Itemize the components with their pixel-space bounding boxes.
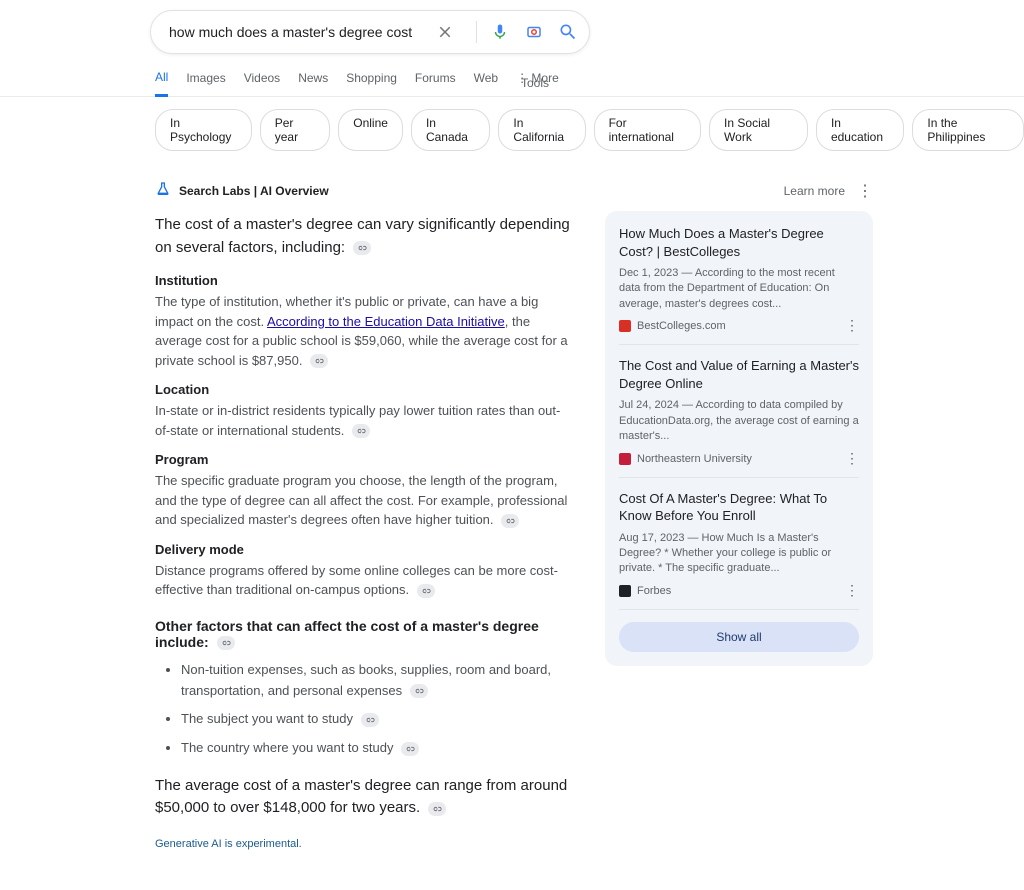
other-factors-heading: Other factors that can affect the cost o… [155, 618, 539, 650]
card-more-icon[interactable]: ⋮ [845, 582, 859, 599]
section-location: Location In-state or in-district residen… [155, 382, 575, 440]
search-icon[interactable] [557, 21, 579, 43]
chip[interactable]: In Psychology [155, 109, 252, 151]
citation-link[interactable]: According to the Education Data Initiati… [267, 314, 505, 329]
citation-link-icon[interactable] [353, 241, 371, 255]
ai-disclaimer: Generative AI is experimental. [155, 838, 575, 850]
favicon-icon [619, 320, 631, 332]
chip[interactable]: In the Philippines [912, 109, 1024, 151]
citation-link-icon[interactable] [352, 424, 370, 438]
ai-overview: Search Labs | AI Overview The cost of a … [155, 181, 575, 850]
citation-link-icon[interactable] [401, 742, 419, 756]
other-factors-list: Non-tuition expenses, such as books, sup… [155, 660, 575, 759]
citation-link-icon[interactable] [501, 514, 519, 528]
card-source: Northeastern University [619, 453, 859, 465]
source-card[interactable]: The Cost and Value of Earning a Master's… [619, 357, 859, 477]
chip[interactable]: In Canada [411, 109, 490, 151]
card-snippet: Dec 1, 2023 — According to the most rece… [619, 266, 859, 312]
card-title[interactable]: The Cost and Value of Earning a Master's… [619, 357, 859, 392]
tabs: All Images Videos News Shopping Forums W… [0, 54, 1024, 97]
card-title[interactable]: How Much Does a Master's Degree Cost? | … [619, 225, 859, 260]
image-search-icon[interactable] [523, 21, 545, 43]
citation-link-icon[interactable] [217, 636, 235, 650]
chip[interactable]: In education [816, 109, 904, 151]
citation-link-icon[interactable] [361, 713, 379, 727]
labs-label: Search Labs | AI Overview [179, 184, 329, 198]
favicon-icon [619, 453, 631, 465]
section-body: Distance programs offered by some online… [155, 561, 575, 600]
learn-more-link[interactable]: Learn more [784, 184, 845, 198]
source-card[interactable]: Cost Of A Master's Degree: What To Know … [619, 490, 859, 610]
overview-summary: The average cost of a master's degree ca… [155, 777, 567, 817]
tab-shopping[interactable]: Shopping [346, 71, 397, 95]
citation-link-icon[interactable] [417, 584, 435, 598]
card-more-icon[interactable]: ⋮ [845, 317, 859, 334]
chip[interactable]: Per year [260, 109, 331, 151]
show-all-button[interactable]: Show all [619, 622, 859, 652]
tab-all[interactable]: All [155, 70, 168, 97]
chip[interactable]: In Social Work [709, 109, 808, 151]
section-heading: Program [155, 452, 575, 467]
list-item: The subject you want to study [181, 709, 575, 730]
section-institution: Institution The type of institution, whe… [155, 273, 575, 370]
section-body: The type of institution, whether it's pu… [155, 292, 575, 370]
favicon-icon [619, 585, 631, 597]
card-more-icon[interactable]: ⋮ [845, 450, 859, 467]
tools-link[interactable]: Tools [521, 76, 549, 90]
card-title[interactable]: Cost Of A Master's Degree: What To Know … [619, 490, 859, 525]
citation-link-icon[interactable] [410, 684, 428, 698]
section-program: Program The specific graduate program yo… [155, 452, 575, 530]
tab-news[interactable]: News [298, 71, 328, 95]
more-options-icon[interactable]: ⋮ [857, 181, 873, 201]
section-heading: Institution [155, 273, 575, 288]
source-card[interactable]: How Much Does a Master's Degree Cost? | … [619, 225, 859, 345]
chip[interactable]: In California [498, 109, 585, 151]
section-body: The specific graduate program you choose… [155, 471, 575, 530]
tab-videos[interactable]: Videos [244, 71, 280, 95]
tab-web[interactable]: Web [474, 71, 498, 95]
citation-link-icon[interactable] [310, 354, 328, 368]
citation-link-icon[interactable] [428, 802, 446, 816]
source-cards: How Much Does a Master's Degree Cost? | … [605, 211, 873, 666]
section-heading: Delivery mode [155, 542, 575, 557]
section-heading: Location [155, 382, 575, 397]
labs-flask-icon [155, 181, 171, 200]
voice-search-icon[interactable] [489, 21, 511, 43]
divider [476, 21, 477, 43]
search-bar [150, 10, 590, 54]
list-item: The country where you want to study [181, 738, 575, 759]
card-source: Forbes [619, 585, 859, 597]
tab-forums[interactable]: Forums [415, 71, 456, 95]
card-snippet: Aug 17, 2023 — How Much Is a Master's De… [619, 531, 859, 577]
clear-icon[interactable] [434, 21, 456, 43]
card-snippet: Jul 24, 2024 — According to data compile… [619, 398, 859, 444]
chip[interactable]: For international [594, 109, 701, 151]
list-item: Non-tuition expenses, such as books, sup… [181, 660, 575, 702]
chip[interactable]: Online [338, 109, 403, 151]
search-input[interactable] [169, 24, 434, 40]
filter-chips: In Psychology Per year Online In Canada … [0, 97, 1024, 151]
section-delivery-mode: Delivery mode Distance programs offered … [155, 542, 575, 600]
card-source: BestColleges.com [619, 320, 859, 332]
section-body: In-state or in-district residents typica… [155, 401, 575, 440]
tab-images[interactable]: Images [186, 71, 225, 95]
